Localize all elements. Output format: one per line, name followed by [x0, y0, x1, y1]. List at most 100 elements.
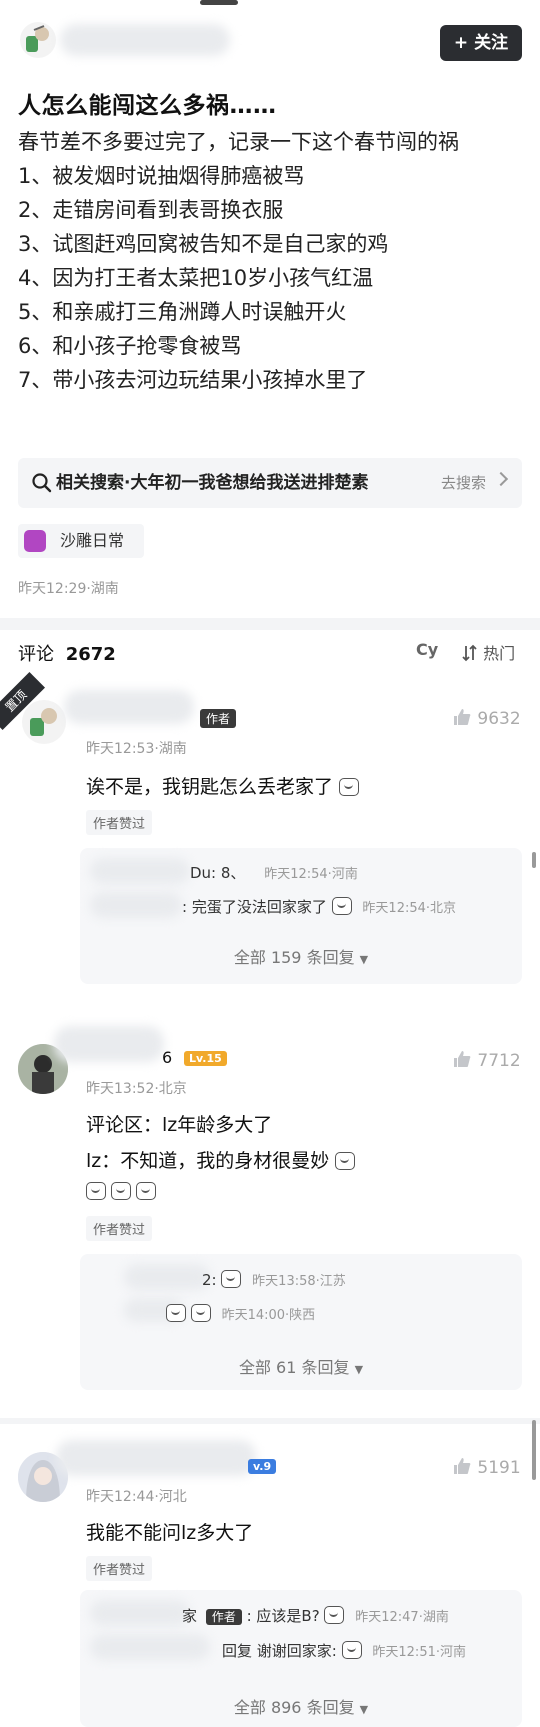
emoji-icon [136, 1182, 157, 1200]
scroll-indicator[interactable] [532, 852, 536, 868]
like-count: 5191 [477, 1458, 521, 1478]
avatar-icon [30, 708, 57, 736]
post-line: 7、带小孩去河边玩结果小孩掉水里了 [18, 368, 368, 392]
comment-meta: 昨天12:44·河北 [86, 1489, 187, 1505]
comments-label: 评论 2672 [18, 640, 116, 666]
all-replies-label: 全部 159 条回复 [233, 948, 355, 967]
emoji-icon [111, 1182, 132, 1200]
reply-meta: 昨天12:51·河南 [372, 1645, 466, 1660]
thumbs-up-icon [454, 1458, 471, 1474]
reply-text: 回复 谢谢回家家: [222, 1642, 337, 1660]
like-button[interactable]: 7712 [452, 1049, 521, 1071]
commenter-name-blurred [56, 1440, 256, 1476]
chevron-right-icon [493, 471, 509, 487]
emoji-icon [86, 1182, 106, 1200]
post-line: 1、被发烟时说抽烟得肺癌被骂 [18, 164, 305, 188]
author-liked-tag: 作者赞过 [86, 1556, 153, 1581]
chevron-down-icon: ▼ [354, 1363, 364, 1376]
post-line: 4、因为打王者太菜把10岁小孩气红温 [18, 266, 374, 290]
author-avatar[interactable] [20, 22, 56, 58]
all-replies-label: 全部 896 条回复 [233, 1698, 355, 1717]
related-search-text: 相关搜索·大年初一我爸想给我送进排楚素 [56, 473, 369, 493]
like-button[interactable]: 9632 [452, 707, 521, 729]
emoji-row [86, 1182, 157, 1201]
author-name-blurred [60, 24, 230, 56]
comment-text: 诶不是，我钥匙怎么丢老家了 [86, 772, 360, 799]
reply-line[interactable]: 昨天14:00·陕西 [166, 1304, 315, 1323]
reply-author: 家 [182, 1607, 198, 1625]
emoji-icon [341, 1641, 362, 1659]
avatar-icon [26, 25, 49, 52]
like-count: 9632 [477, 709, 521, 729]
reply-author: Du: 8、 [190, 864, 246, 882]
view-all-replies[interactable]: 全部 159 条回复 ▼ [80, 944, 522, 968]
chevron-down-icon: ▼ [359, 1703, 369, 1716]
commenter-name-blurred [64, 690, 194, 724]
status-notch [200, 0, 238, 5]
reply-line[interactable]: 2: 昨天13:58·江苏 [202, 1270, 346, 1289]
level-badge: Lv.15 [184, 1051, 227, 1066]
reply-author: 2: [202, 1271, 217, 1289]
post-meta: 昨天12:29·湖南 [18, 581, 119, 597]
commenter-name-blurred [54, 1026, 164, 1062]
related-search-bar[interactable]: 相关搜索·大年初一我爸想给我送进排楚素 去搜索 [18, 458, 522, 508]
post-line: 5、和亲戚打三角洲蹲人时误触开火 [18, 300, 347, 324]
author-badge: 作者 [205, 1609, 242, 1625]
follow-button[interactable]: + 关注 [440, 25, 522, 61]
thumbs-up-icon [454, 1051, 471, 1067]
reply-name-blurred [124, 1264, 210, 1290]
reply-name-blurred [90, 858, 190, 884]
commenter-name-suffix: 6 [162, 1048, 173, 1067]
reply-line[interactable]: 家 作者 : 应该是B? 昨天12:47·湖南 [182, 1605, 449, 1626]
sort-hot-label: 热门 [483, 644, 516, 663]
post-title: 人怎么能闯这么多祸…… [18, 93, 277, 119]
comment-text: lz：不知道，我的身材很曼妙 [86, 1146, 356, 1173]
sort-icon [462, 644, 477, 662]
reply-name-blurred [90, 892, 182, 918]
author-badge: 作者 [200, 709, 237, 728]
tag-emoji-icon [24, 530, 46, 552]
search-icon [32, 473, 52, 493]
emoji-icon [166, 1304, 186, 1322]
like-count: 7712 [477, 1051, 521, 1071]
comment-meta: 昨天12:53·湖南 [86, 741, 187, 757]
post-line: 3、试图赶鸡回窝被告知不是自己家的鸡 [18, 232, 389, 256]
section-divider [0, 618, 540, 630]
reply-box: Du: 8、 昨天12:54·河南 : 完蛋了没法回家家了 昨天12:54·北京… [80, 848, 522, 984]
section-divider [0, 1418, 540, 1424]
emoji-icon [221, 1270, 242, 1288]
comment-avatar[interactable] [22, 700, 66, 744]
emoji-icon [190, 1304, 211, 1322]
reply-text: 完蛋了没法回家家了 [191, 898, 327, 916]
comments-count: 2672 [65, 644, 116, 665]
reply-meta: 昨天14:00·陕西 [221, 1308, 316, 1323]
reply-line[interactable]: 回复 谢谢回家家: 昨天12:51·河南 [222, 1640, 466, 1661]
view-all-replies[interactable]: 全部 61 条回复 ▼ [80, 1354, 522, 1378]
author-liked-tag: 作者赞过 [86, 1216, 153, 1241]
reply-meta: 昨天13:58·江苏 [252, 1274, 346, 1289]
level-badge: v.9 [248, 1459, 277, 1474]
post-line: 6、和小孩子抢零食被骂 [18, 334, 242, 358]
reply-line[interactable]: : 完蛋了没法回家家了 昨天12:54·北京 [182, 896, 456, 917]
reply-meta: 昨天12:47·湖南 [355, 1610, 449, 1625]
chevron-down-icon: ▼ [359, 953, 369, 966]
like-button[interactable]: 5191 [452, 1456, 521, 1478]
search-action[interactable]: 去搜索 [441, 458, 486, 508]
view-all-replies[interactable]: 全部 896 条回复 ▼ [80, 1694, 522, 1718]
emoji-icon [335, 1152, 356, 1170]
reply-line[interactable]: Du: 8、 昨天12:54·河南 [190, 862, 358, 883]
sort-hot-button[interactable]: 热门 [462, 640, 515, 664]
comment-text: 评论区：lz年龄多大了 [86, 1114, 273, 1136]
emoji-icon [324, 1606, 345, 1624]
topic-tag[interactable]: 沙雕日常 [18, 524, 144, 558]
comments-title: 评论 [18, 644, 54, 665]
emoji-icon [331, 897, 352, 915]
reply-author: : [182, 898, 188, 916]
reply-box: 家 作者 : 应该是B? 昨天12:47·湖南 回复 谢谢回家家: 昨天12:5… [80, 1590, 522, 1727]
topic-tag-label: 沙雕日常 [60, 531, 125, 550]
comment-text-content: 诶不是，我钥匙怎么丢老家了 [86, 776, 334, 798]
scroll-indicator[interactable] [532, 1420, 536, 1480]
comment-meta: 昨天13:52·北京 [86, 1081, 187, 1097]
sort-cy[interactable]: Cy [416, 640, 438, 659]
post-line: 2、走错房间看到表哥换衣服 [18, 198, 284, 222]
